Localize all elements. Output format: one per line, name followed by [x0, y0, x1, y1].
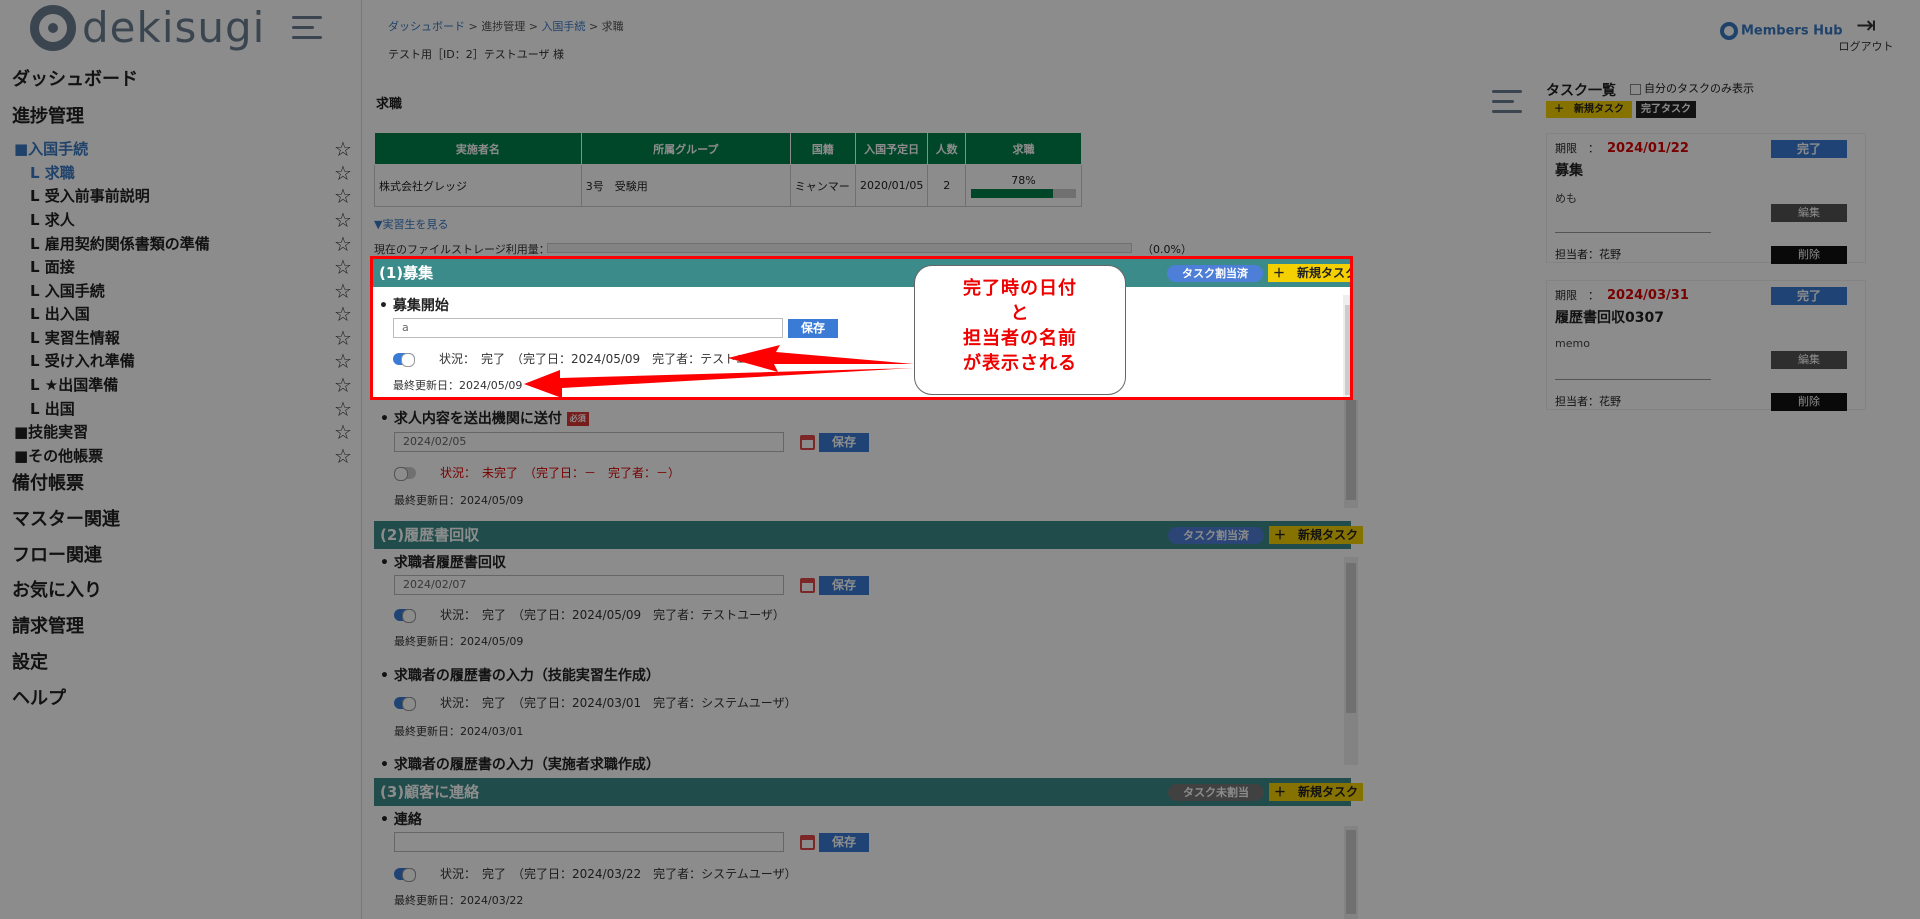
callout-box: 完了時の日付 と 担当者の名前 が表示される [914, 265, 1126, 395]
arrow-to-updated [524, 368, 914, 398]
arrow-to-status [728, 345, 914, 372]
callout-arrows [524, 345, 914, 398]
